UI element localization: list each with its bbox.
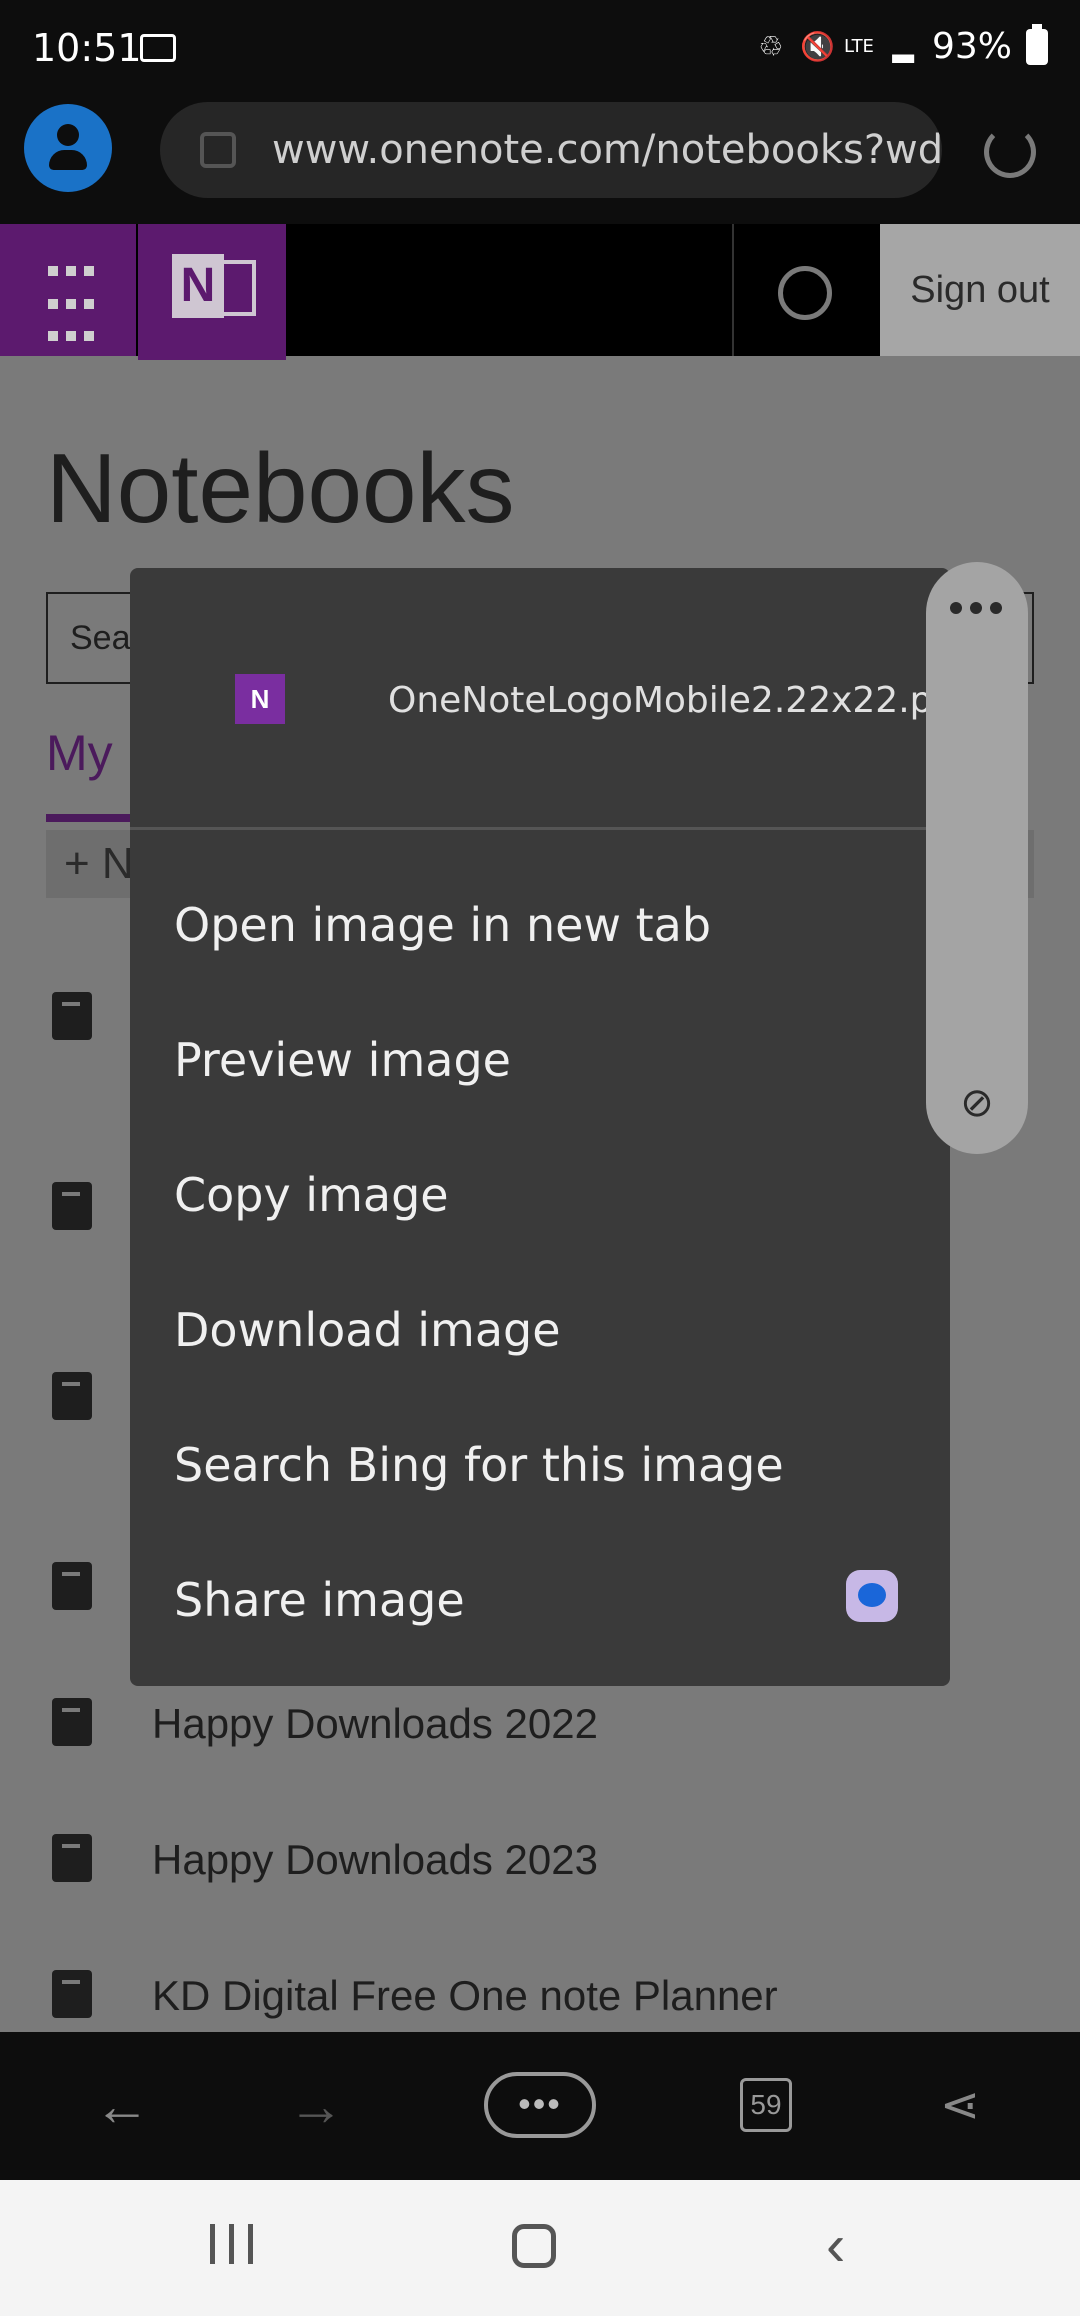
- notebook-icon: [52, 1970, 92, 2018]
- notebook-icon: [52, 1182, 92, 1230]
- notebook-icon: [52, 1698, 92, 1746]
- sign-out-button[interactable]: Sign out: [880, 224, 1080, 356]
- download-image-item[interactable]: Download image: [174, 1265, 914, 1395]
- battery-percent: 93%: [931, 26, 1012, 67]
- notebook-item[interactable]: Happy Downloads 2023: [152, 1836, 598, 1884]
- notebook-pages-icon: [220, 260, 256, 316]
- system-nav-bar: ‹: [0, 2180, 1080, 2316]
- forward-arrow-icon[interactable]: →: [286, 2070, 346, 2142]
- preview-image-item[interactable]: Preview image: [174, 995, 914, 1125]
- browser-toolbar: ← → ••• 59 ⋖: [0, 2032, 1080, 2180]
- more-options-icon[interactable]: [950, 602, 1002, 614]
- onenote-logo[interactable]: N: [138, 224, 286, 360]
- lock-icon[interactable]: [200, 132, 236, 168]
- browser-address-bar: www.onenote.com/notebooks?wdo: [0, 96, 1080, 224]
- profile-avatar-icon[interactable]: [24, 104, 112, 192]
- status-icons: ♲ 🔇 LTE ▂ 93%: [756, 23, 1048, 67]
- outlook-notification-icon: [140, 34, 176, 62]
- back-arrow-icon[interactable]: ←: [92, 2070, 152, 2142]
- home-icon[interactable]: [512, 2224, 556, 2268]
- clock: 10:51: [32, 26, 142, 70]
- open-image-new-tab-item[interactable]: Open image in new tab: [174, 860, 914, 990]
- reload-icon[interactable]: [984, 126, 1036, 178]
- smiley-icon: [778, 266, 832, 320]
- notebook-icon: [52, 1562, 92, 1610]
- mute-icon: 🔇: [799, 29, 835, 63]
- messages-app-icon[interactable]: [846, 1570, 898, 1622]
- notebook-icon: [52, 992, 92, 1040]
- context-menu-header: N OneNoteLogoMobile2.22x22.png: [130, 568, 978, 830]
- share-image-item[interactable]: Share image: [174, 1535, 914, 1665]
- search-bing-image-item[interactable]: Search Bing for this image: [174, 1400, 914, 1530]
- notebook-item[interactable]: KD Digital Free One note Planner: [152, 1972, 778, 2020]
- floating-edge-panel[interactable]: ⊘: [926, 562, 1028, 1154]
- notebook-icon: [52, 1834, 92, 1882]
- tab-my-notebooks[interactable]: My: [46, 724, 113, 782]
- recycle-icon: ♲: [758, 29, 784, 63]
- back-icon[interactable]: ‹: [826, 2210, 845, 2282]
- status-bar: 10:51 ♲ 🔇 LTE ▂ 93%: [0, 0, 1080, 96]
- notebook-icon: [52, 1372, 92, 1420]
- app-launcher-icon[interactable]: [0, 224, 136, 356]
- menu-button[interactable]: •••: [484, 2072, 596, 2138]
- copy-image-item[interactable]: Copy image: [174, 1130, 914, 1260]
- onenote-header: N Sign out: [0, 224, 1080, 360]
- image-context-menu: N OneNoteLogoMobile2.22x22.png Open imag…: [130, 568, 978, 1686]
- url-field[interactable]: www.onenote.com/notebooks?wdo: [160, 102, 942, 198]
- signal-icon: ▂: [892, 29, 914, 63]
- tab-underline: [46, 814, 142, 822]
- feedback-button[interactable]: [732, 224, 880, 356]
- image-filename: OneNoteLogoMobile2.22x22.png: [388, 680, 979, 721]
- battery-icon: [1026, 23, 1048, 65]
- onenote-n-icon: N: [172, 254, 224, 318]
- share-icon[interactable]: ⋖: [930, 2070, 990, 2142]
- image-thumbnail: N: [235, 674, 285, 724]
- unpin-icon[interactable]: ⊘: [956, 1082, 998, 1124]
- recents-icon[interactable]: [210, 2224, 253, 2264]
- lte-icon: LTE: [844, 35, 874, 57]
- notebook-item[interactable]: Happy Downloads 2022: [152, 1700, 598, 1748]
- page-title: Notebooks: [46, 433, 515, 543]
- tabs-button[interactable]: 59: [740, 2078, 792, 2132]
